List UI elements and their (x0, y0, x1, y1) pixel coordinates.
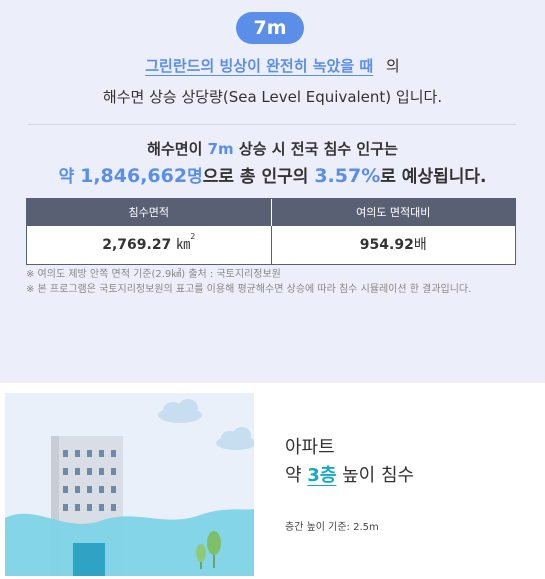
headline-line-2: 해수면 상승 상당량(Sea Level Equivalent) 입니다. (102, 88, 443, 106)
ratio-value: 954.92 (359, 237, 414, 253)
floors-value[interactable]: 3층 (307, 465, 336, 486)
headline-line-1: 그린란드의 빙상이 완전히 녹았을 때 의 (0, 55, 545, 76)
table-header: 침수면적 여의도 면적대비 (27, 199, 515, 226)
building-illustration-svg (5, 399, 254, 576)
footnotes: ※ 여의도 제방 안쪽 면적 기준(2.9㎢) 출처 : 국토지리정보원 ※ 본… (26, 267, 506, 297)
greenland-link[interactable]: 그린란드의 빙상이 완전히 녹았을 때 (145, 57, 373, 75)
flood-height-text: 약 3층 높이 침수 (285, 461, 414, 487)
building-card: 아파트 약 3층 높이 침수 층간 높이 기준: 2.5m (0, 383, 545, 579)
population-value: 1,846,662 (80, 165, 188, 187)
approx-label: 약 (285, 465, 302, 486)
header-yeouido-ratio: 여의도 면적대비 (270, 199, 516, 226)
headline-suffix: 의 (385, 57, 400, 75)
table-row: 2,769.27 ㎞2 954.92배 (27, 226, 515, 264)
building-entrance (73, 543, 105, 576)
flood-area-value: 2,769.27 (102, 237, 172, 253)
flood-area-unit: ㎞ (176, 237, 191, 253)
flood-area-table: 침수면적 여의도 면적대비 2,769.27 ㎞2 954.92배 (26, 198, 516, 265)
footnote-1: ※ 여의도 제방 안쪽 면적 기준(2.9㎢) 출처 : 국토지리정보원 (26, 269, 281, 280)
population-unit: 명 (187, 167, 203, 187)
divider (28, 124, 516, 125)
flood-suffix: 높이 침수 (342, 465, 415, 486)
building-type: 아파트 (285, 437, 335, 458)
result-line-1: 해수면이 7m 상승 시 전국 침수 인구는 (0, 138, 545, 159)
flood-area-cell: 2,769.27 ㎞2 (27, 226, 271, 264)
result-line-2: 약 1,846,662명으로 총 인구의 3.57%로 예상됩니다. (0, 162, 545, 187)
sea-level-badge: 7m (236, 12, 304, 44)
summary-panel: 7m 그린란드의 빙상이 완전히 녹았을 때 의 해수면 상승 상당량(Sea … (0, 0, 545, 372)
ratio-cell: 954.92배 (270, 226, 516, 264)
floor-height-note: 층간 높이 기준: 2.5m (285, 522, 379, 533)
result-prefix: 해수면이 (147, 140, 203, 158)
result-mid: 으로 총 인구의 (202, 167, 309, 187)
percent-value: 3.57% (314, 165, 381, 187)
ratio-unit: 배 (413, 237, 427, 253)
result-end: 로 예상됩니다. (380, 167, 487, 187)
flood-area-unit-sup: 2 (190, 232, 196, 241)
result-level: 7m (207, 140, 234, 158)
result-approx: 약 (58, 167, 75, 187)
cloud-icon (158, 399, 254, 450)
footnote-2: ※ 본 프로그램은 국토지리정보원의 표고를 이용해 평균해수면 상승에 따라 … (26, 284, 472, 295)
header-flood-area: 침수면적 (128, 206, 169, 219)
building-illustration (5, 393, 254, 576)
result-suffix: 상승 시 전국 침수 인구는 (238, 140, 398, 158)
